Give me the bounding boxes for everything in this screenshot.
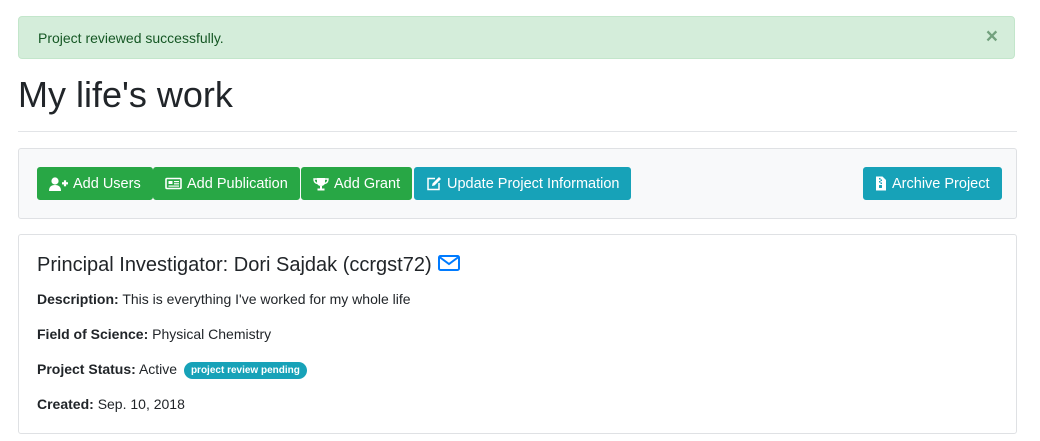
field-of-science-row: Field of Science: Physical Chemistry	[37, 326, 271, 342]
project-status-value: Active	[138, 361, 178, 377]
page-title: My life's work	[18, 74, 233, 115]
field-of-science-label: Field of Science:	[37, 326, 149, 342]
pi-text: Principal Investigator: Dori Sajdak (ccr…	[37, 254, 432, 276]
add-grant-button[interactable]: Add Grant	[301, 167, 413, 200]
trophy-icon	[313, 177, 329, 191]
project-toolbar: Add Users Add Publication Add Grant Upda…	[18, 148, 1017, 219]
description-row: Description: This is everything I've wor…	[37, 291, 411, 307]
title-divider	[18, 131, 1017, 132]
add-publication-button[interactable]: Add Publication	[153, 167, 300, 200]
created-value: Sep. 10, 2018	[97, 396, 185, 412]
add-users-button[interactable]: Add Users	[37, 167, 153, 200]
description-label: Description:	[37, 291, 119, 307]
project-details-card: Principal Investigator: Dori Sajdak (ccr…	[18, 234, 1017, 434]
alert-message: Project reviewed successfully.	[38, 30, 224, 46]
update-project-button[interactable]: Update Project Information	[414, 167, 632, 200]
field-of-science-value: Physical Chemistry	[152, 326, 272, 342]
archive-project-label: Archive Project	[892, 175, 990, 192]
add-users-label: Add Users	[73, 175, 141, 192]
update-project-label: Update Project Information	[447, 175, 620, 192]
description-value: This is everything I've worked for my wh…	[122, 291, 411, 307]
created-label: Created:	[37, 396, 94, 412]
add-publication-label: Add Publication	[187, 175, 288, 192]
status-badge: project review pending	[183, 362, 307, 379]
principal-investigator-heading: Principal Investigator: Dori Sajdak (ccr…	[37, 254, 460, 277]
file-archive-icon	[875, 176, 887, 191]
add-grant-label: Add Grant	[334, 175, 401, 192]
close-icon[interactable]: ×	[986, 26, 998, 47]
user-plus-icon	[49, 176, 68, 191]
project-status-label: Project Status:	[37, 361, 136, 377]
success-alert: Project reviewed successfully. ×	[18, 16, 1015, 59]
archive-project-button[interactable]: Archive Project	[863, 167, 1002, 200]
edit-icon	[426, 176, 442, 191]
project-status-row: Project Status: Active project review pe…	[37, 361, 307, 379]
newspaper-icon	[165, 177, 182, 190]
envelope-icon[interactable]	[437, 254, 460, 277]
created-row: Created: Sep. 10, 2018	[37, 396, 185, 412]
